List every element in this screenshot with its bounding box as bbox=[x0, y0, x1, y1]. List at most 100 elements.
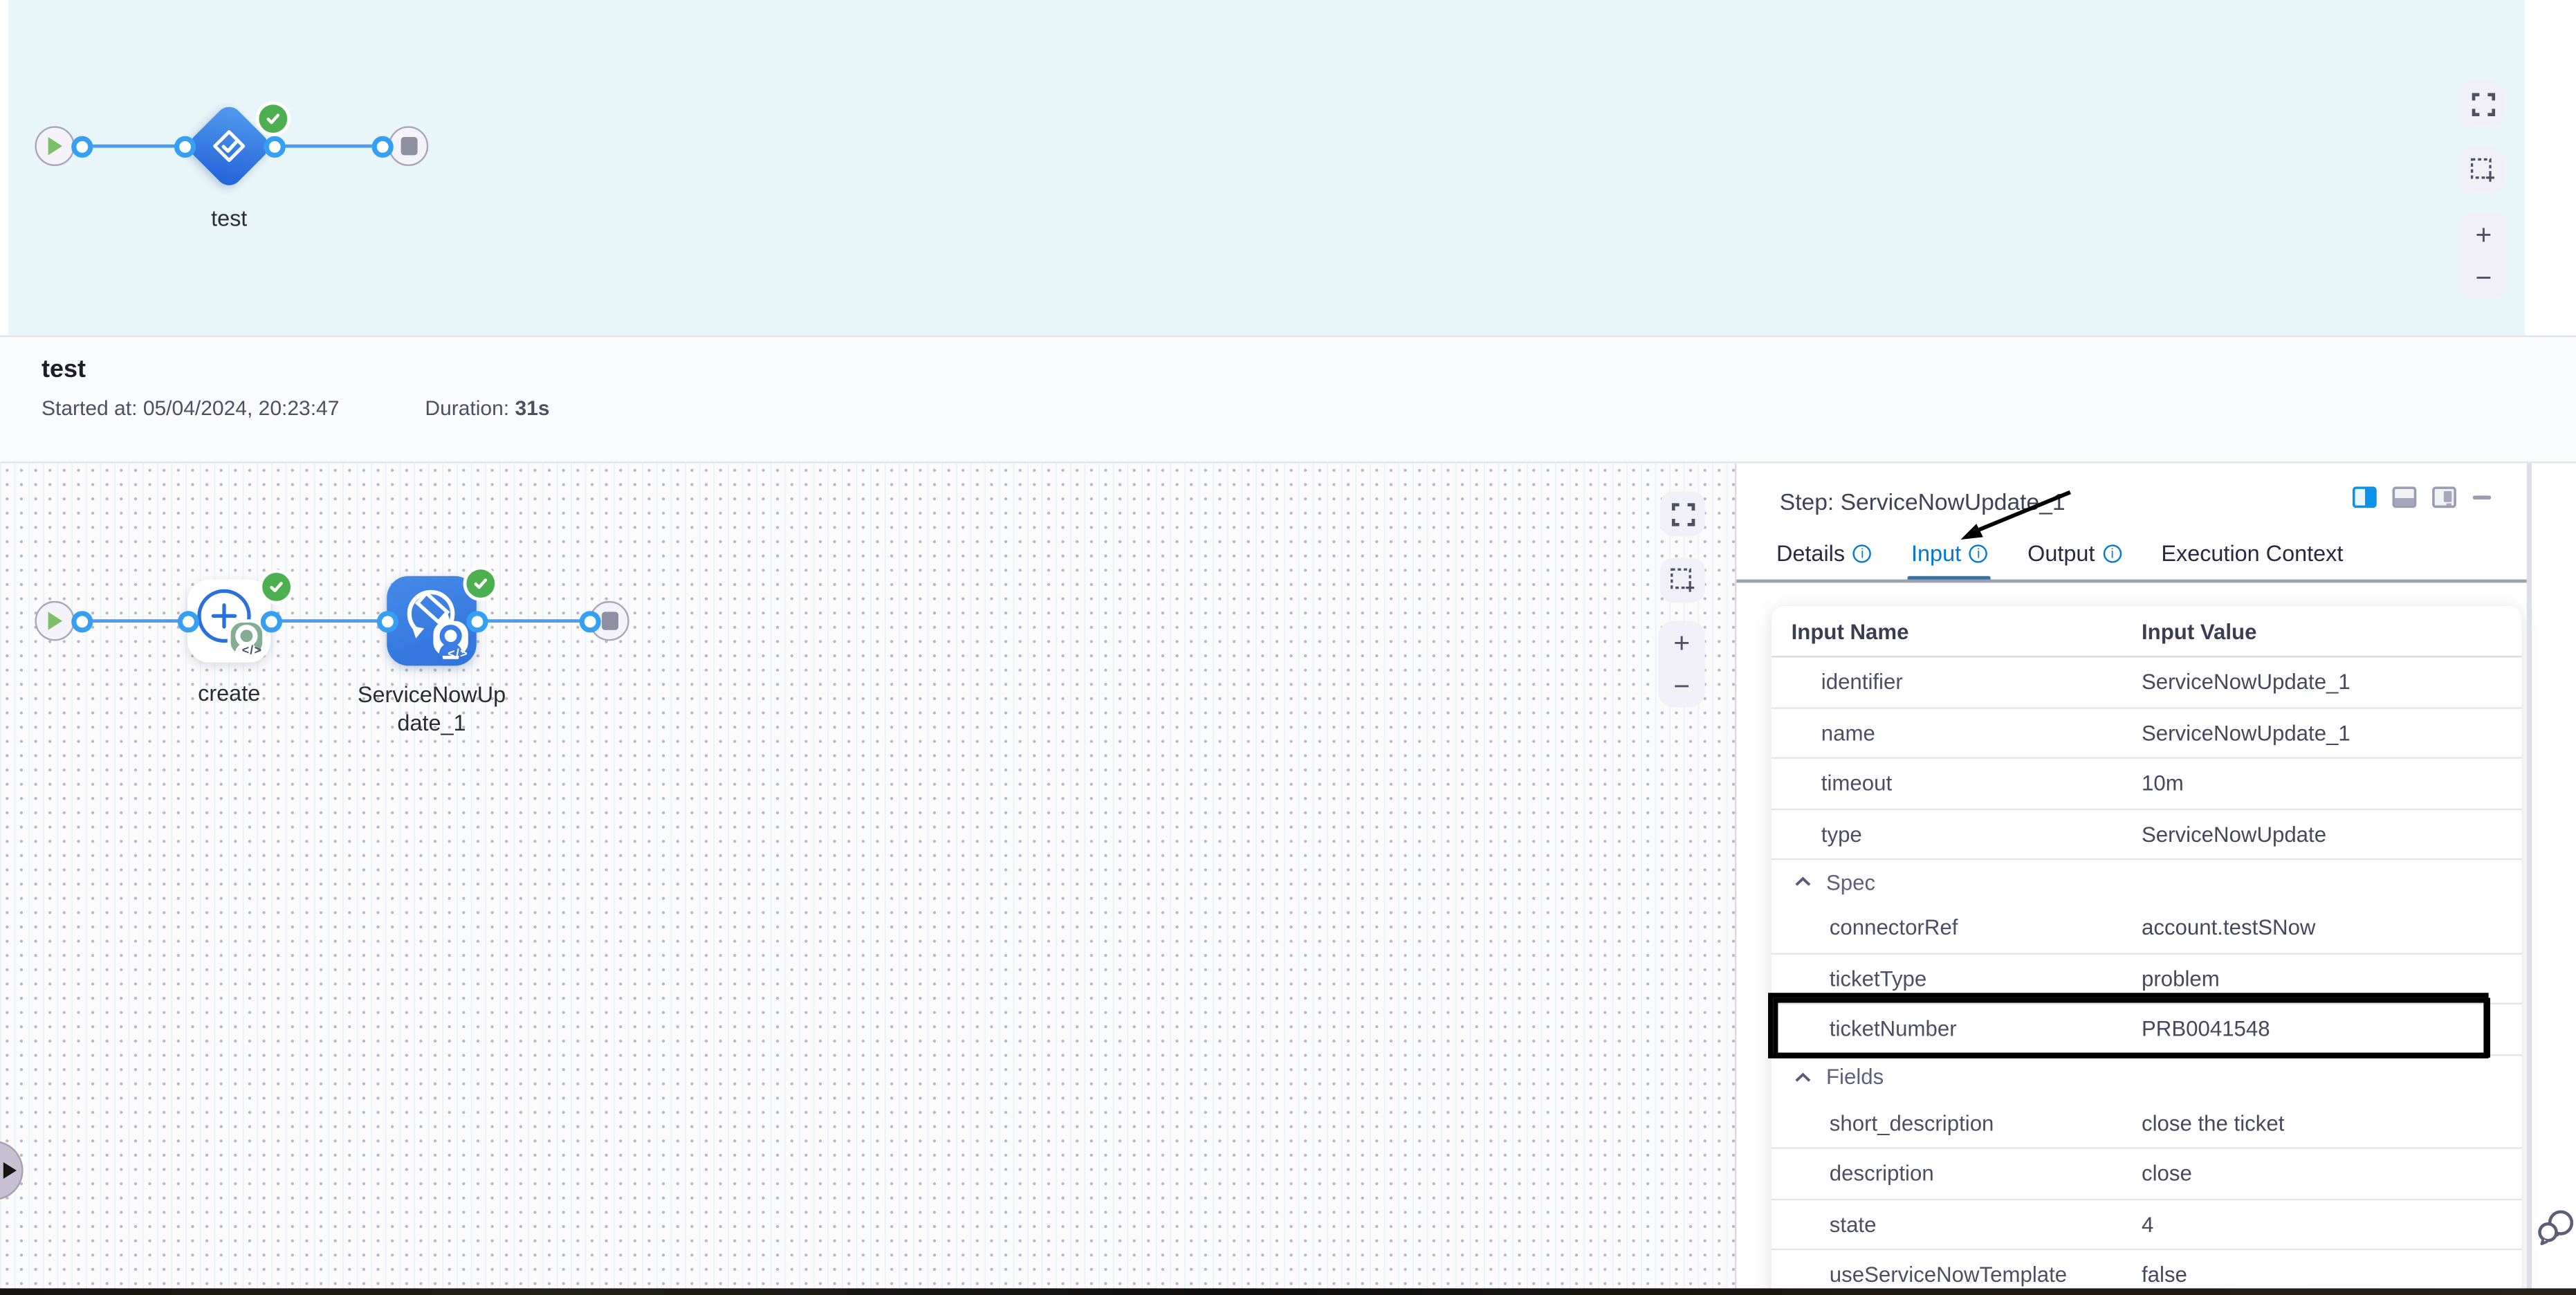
info-icon[interactable]: i bbox=[1853, 544, 1871, 562]
duration-label: Duration: bbox=[425, 397, 509, 421]
custom-stage-icon bbox=[198, 115, 261, 178]
group-header-fields[interactable]: Fields bbox=[1772, 1055, 2522, 1098]
layout-floating-panel-icon[interactable] bbox=[2432, 486, 2457, 508]
fullscreen-icon bbox=[2471, 92, 2494, 116]
edge-connector bbox=[82, 619, 188, 623]
pipeline-end-node bbox=[389, 126, 429, 166]
success-check-badge-icon bbox=[462, 565, 497, 600]
layout-right-panel-icon[interactable] bbox=[2353, 486, 2377, 508]
input-name-cell: identifier bbox=[1772, 670, 2142, 695]
column-header: Input Value bbox=[2142, 618, 2522, 643]
zoom-in-button[interactable]: + bbox=[2460, 212, 2507, 255]
tab-label: Input bbox=[1911, 541, 1961, 566]
node-port bbox=[174, 136, 195, 157]
layout-bottom-panel-icon[interactable] bbox=[2392, 486, 2417, 508]
step-graph-canvas[interactable]: </> create </ bbox=[0, 463, 1735, 1295]
code-icon: </> bbox=[242, 643, 263, 658]
stage-label[interactable]: test bbox=[129, 206, 329, 231]
panel-expand-handle[interactable] bbox=[0, 1141, 24, 1200]
stop-icon bbox=[600, 611, 618, 631]
input-value-cell: 4 bbox=[2142, 1211, 2522, 1236]
input-row-timeout: timeout10m bbox=[1772, 759, 2522, 809]
run-duration: Duration: 31s bbox=[425, 397, 549, 421]
tab-label: Details bbox=[1776, 541, 1845, 566]
success-check-badge-icon bbox=[258, 569, 293, 603]
marquee-select-icon bbox=[1670, 568, 1695, 593]
panel-layout-controls bbox=[2353, 486, 2492, 508]
input-name-cell: short_description bbox=[1772, 1110, 2142, 1135]
fullscreen-icon bbox=[1671, 502, 1695, 526]
tab-execution-context[interactable]: Execution Context bbox=[2161, 541, 2343, 579]
group-header-spec[interactable]: Spec bbox=[1772, 860, 2522, 903]
step-details-panel: Step: ServiceNowUpdate_1 Details bbox=[1735, 463, 2576, 1295]
panel-title: Step: ServiceNowUpdate_1 bbox=[1780, 488, 2066, 515]
page: test + − test Started at: 05/04/2024, 20… bbox=[0, 0, 2576, 1295]
edge-connector bbox=[82, 144, 185, 148]
input-row-ticketNumber: ticketNumberPRB0041548 bbox=[1772, 1004, 2522, 1055]
info-icon[interactable]: i bbox=[2103, 544, 2121, 562]
play-icon bbox=[46, 611, 63, 631]
step-label[interactable]: ServiceNowUpdate_1 bbox=[352, 681, 511, 737]
input-value-cell: ServiceNowUpdate bbox=[2142, 821, 2522, 846]
code-icon: </> bbox=[448, 646, 468, 661]
tab-details[interactable]: Details i bbox=[1776, 541, 1871, 579]
chevron-up-icon[interactable] bbox=[1794, 1072, 1811, 1081]
input-name-cell: description bbox=[1772, 1161, 2142, 1186]
group-label: Spec bbox=[1826, 869, 1875, 894]
step-label[interactable]: create bbox=[146, 681, 312, 706]
edge-connector bbox=[270, 619, 387, 623]
zoom-controls: + − bbox=[1659, 621, 1705, 708]
input-name-cell: state bbox=[1772, 1211, 2142, 1236]
tab-output[interactable]: Output i bbox=[2027, 541, 2122, 579]
started-value: 05/04/2024, 20:23:47 bbox=[143, 397, 340, 421]
started-label: Started at: bbox=[42, 397, 137, 421]
step-node-servicenowupdate-1[interactable]: </> bbox=[387, 576, 477, 666]
input-name-cell: type bbox=[1772, 821, 2142, 846]
tab-label: Execution Context bbox=[2161, 541, 2343, 566]
stage-graph-canvas[interactable]: test + − bbox=[8, 0, 2525, 336]
input-value-cell: false bbox=[2142, 1262, 2522, 1287]
chat-icon[interactable] bbox=[2537, 1209, 2576, 1249]
input-row-short_description: short_descriptionclose the ticket bbox=[1772, 1099, 2522, 1149]
input-value-cell: PRB0041548 bbox=[2142, 1016, 2522, 1041]
input-table-card: Input Name Input Value identifierService… bbox=[1772, 606, 2522, 1295]
input-row-connectorRef: connectorRefaccount.testSNow bbox=[1772, 903, 2522, 954]
input-value-cell: problem bbox=[2142, 966, 2522, 991]
node-port bbox=[578, 610, 600, 632]
step-node-create[interactable]: </> bbox=[187, 580, 270, 663]
zoom-out-button[interactable]: − bbox=[2460, 256, 2507, 299]
node-port bbox=[71, 610, 92, 632]
edge-connector bbox=[477, 619, 589, 623]
zoom-controls: + − bbox=[2460, 212, 2507, 299]
stop-icon bbox=[399, 136, 417, 156]
run-info-bar: test Started at: 05/04/2024, 20:23:47 Du… bbox=[0, 336, 2576, 463]
marquee-select-button[interactable] bbox=[2460, 148, 2505, 193]
edge-connector bbox=[274, 144, 382, 148]
input-name-cell: ticketType bbox=[1772, 966, 2142, 991]
zoom-out-button[interactable]: − bbox=[1659, 664, 1705, 707]
marquee-select-button[interactable] bbox=[1660, 558, 1705, 603]
node-port bbox=[371, 136, 392, 157]
chevron-up-icon[interactable] bbox=[1794, 876, 1811, 886]
fullscreen-button[interactable] bbox=[1660, 491, 1705, 536]
pipeline-start-node bbox=[35, 601, 75, 641]
input-value-cell: ServiceNowUpdate_1 bbox=[2142, 720, 2522, 745]
input-row-type: typeServiceNowUpdate bbox=[1772, 809, 2522, 860]
minimize-icon[interactable] bbox=[2472, 486, 2492, 508]
tab-input[interactable]: Input i bbox=[1911, 541, 1987, 579]
tabs-divider bbox=[1736, 580, 2526, 582]
input-row-name: nameServiceNowUpdate_1 bbox=[1772, 708, 2522, 759]
input-row-description: descriptionclose bbox=[1772, 1149, 2522, 1200]
input-name-cell: ticketNumber bbox=[1772, 1016, 2142, 1041]
duration-value: 31s bbox=[515, 397, 550, 421]
input-row-identifier: identifierServiceNowUpdate_1 bbox=[1772, 657, 2522, 708]
input-name-cell: connectorRef bbox=[1772, 915, 2142, 940]
input-table-header: Input Name Input Value bbox=[1772, 606, 2522, 657]
panel-scrollbar-track[interactable] bbox=[2527, 463, 2531, 1289]
input-table-body: identifierServiceNowUpdate_1nameServiceN… bbox=[1772, 657, 2522, 1295]
fullscreen-button[interactable] bbox=[2460, 82, 2505, 127]
info-icon[interactable]: i bbox=[1969, 544, 1987, 562]
zoom-in-button[interactable]: + bbox=[1659, 621, 1705, 664]
input-row-state: state4 bbox=[1772, 1200, 2522, 1250]
input-value-cell: ServiceNowUpdate_1 bbox=[2142, 670, 2522, 695]
